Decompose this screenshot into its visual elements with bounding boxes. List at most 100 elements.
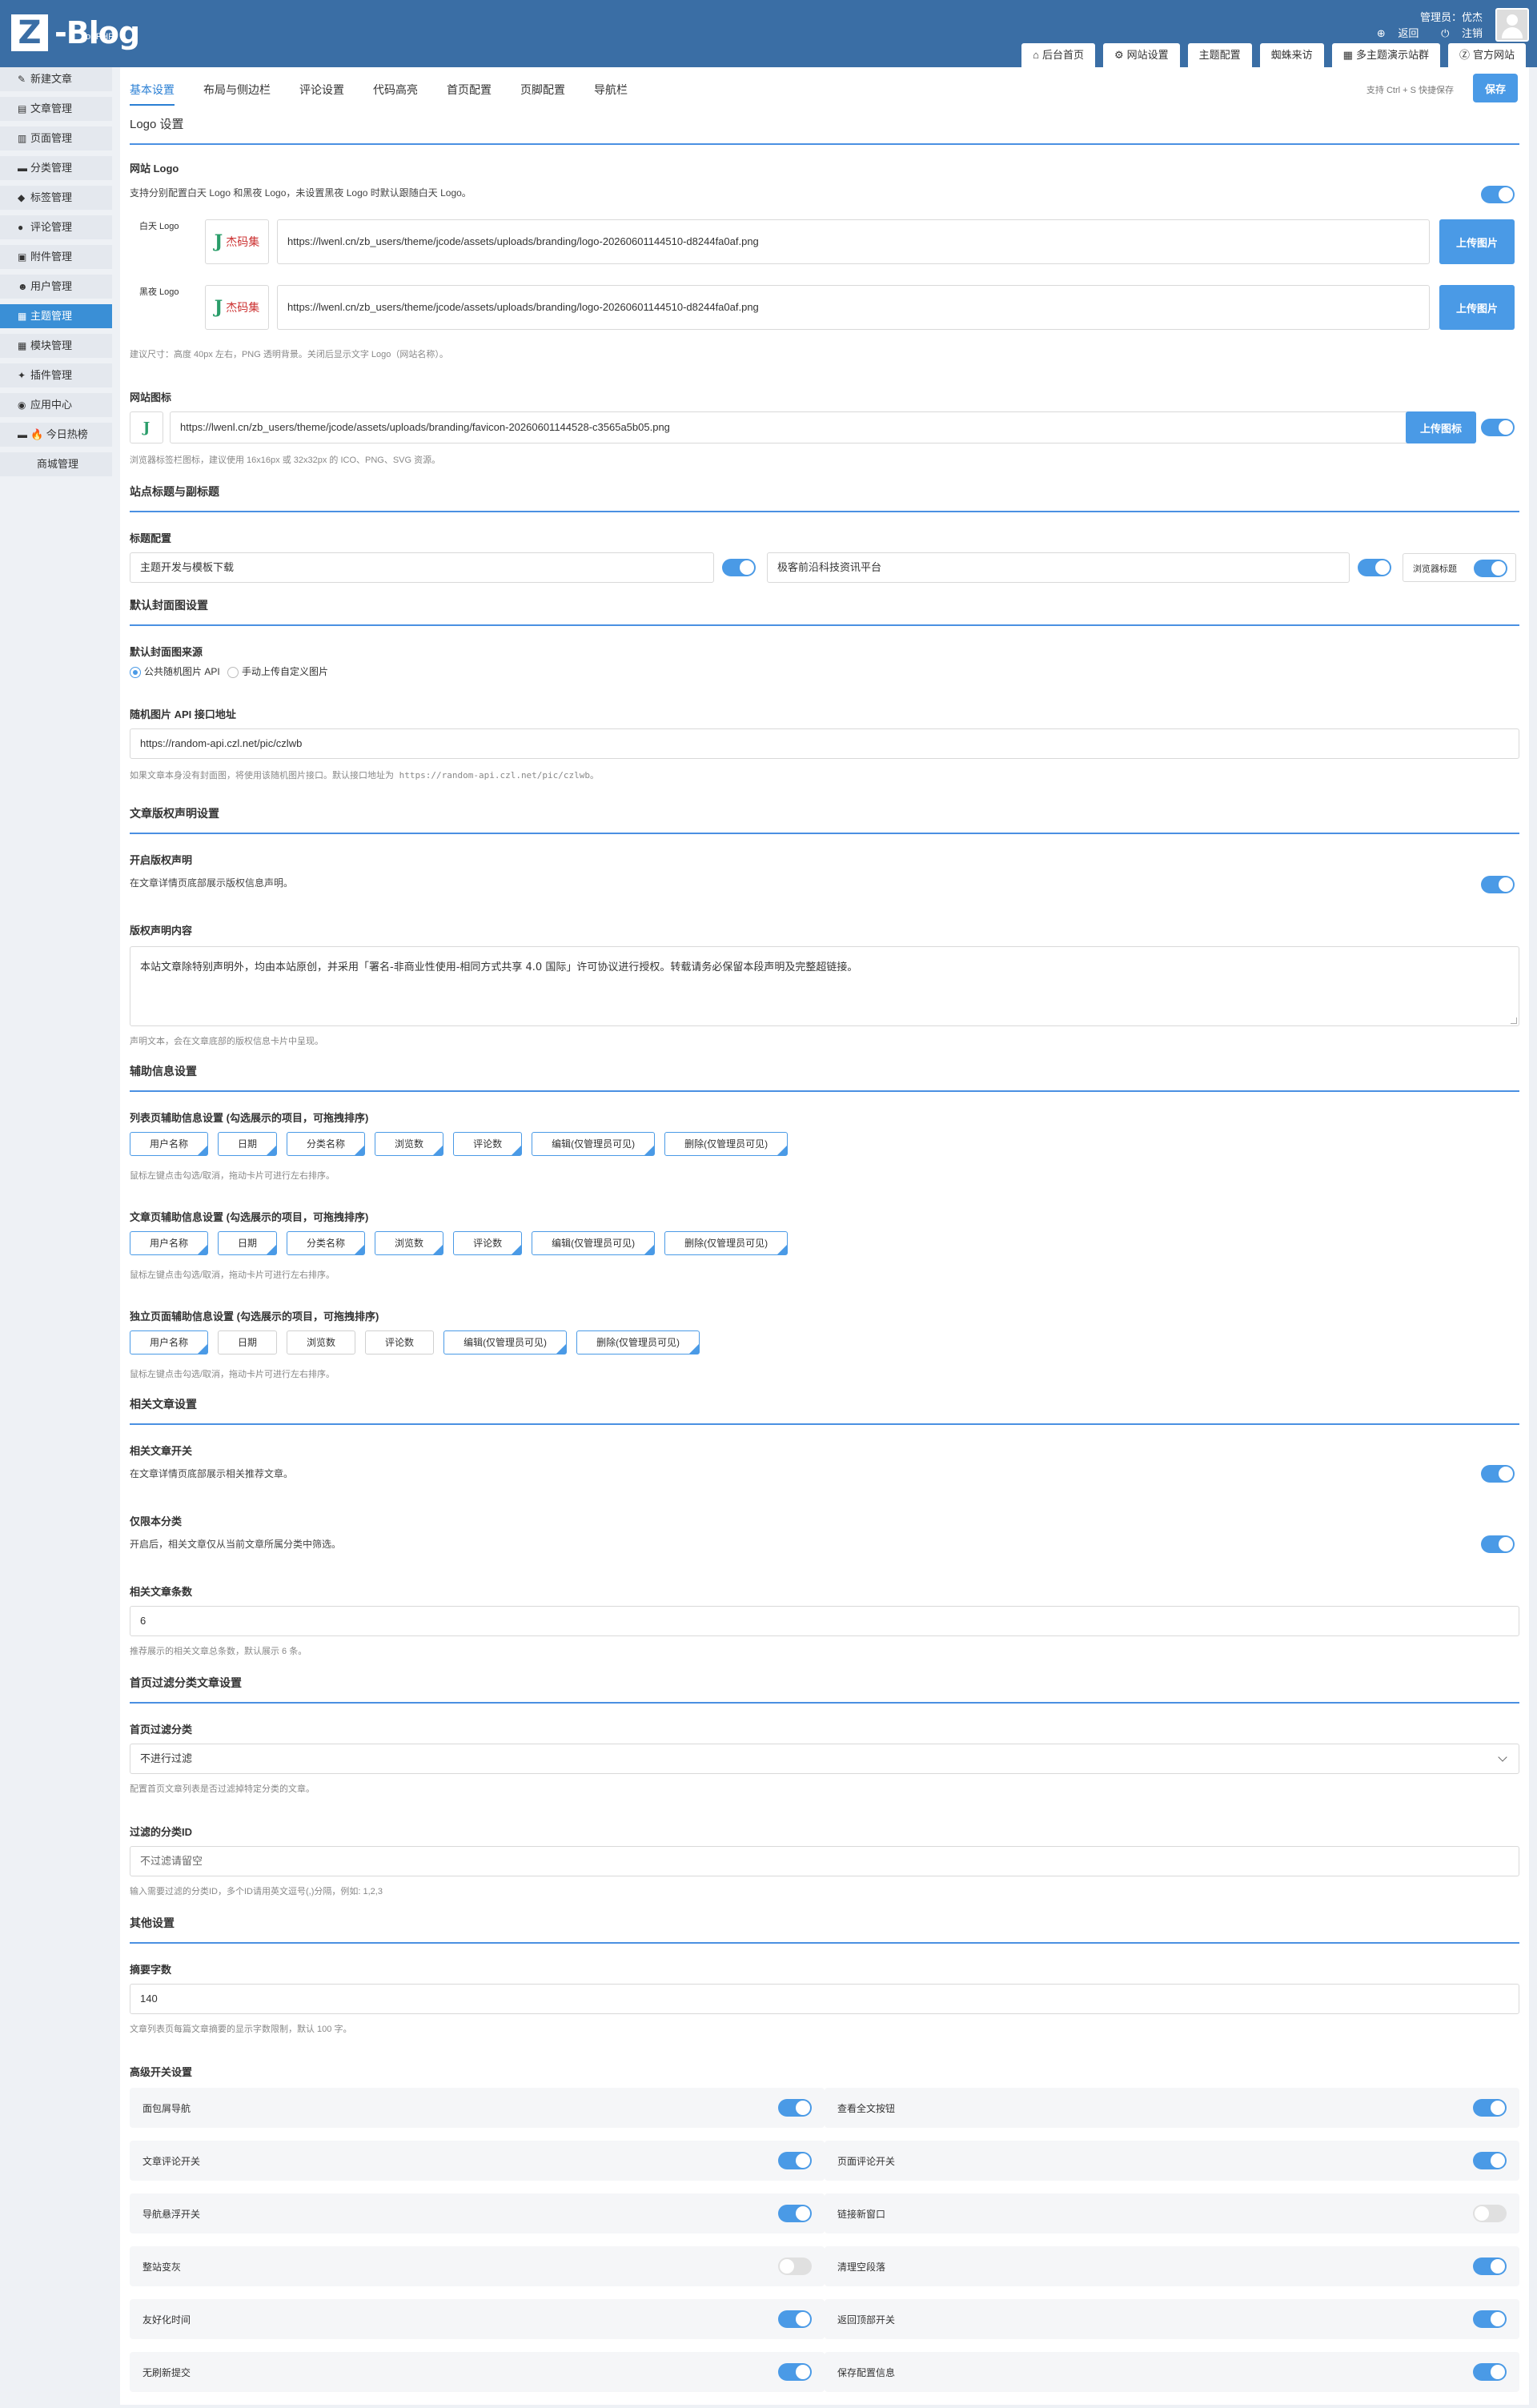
aux-chip[interactable]: 分类名称 xyxy=(287,1132,366,1156)
aux-chip[interactable]: 浏览数 xyxy=(375,1231,444,1255)
switch-label: 面包屑导航 xyxy=(142,2103,191,2114)
aux-chip[interactable]: 日期 xyxy=(218,1231,278,1255)
save-button[interactable]: 保存 xyxy=(1473,74,1518,102)
sidebar-item-3[interactable]: ▬ 分类管理 xyxy=(0,156,112,180)
switch-toggle[interactable] xyxy=(1473,2363,1507,2381)
zblog-logo[interactable]: Z -Blog xyxy=(11,14,140,51)
aux-chip[interactable]: 用户名称 xyxy=(130,1330,209,1354)
aux-chip[interactable]: 编辑(仅管理员可见) xyxy=(532,1231,656,1255)
favicon-upload-button[interactable]: 上传图标 xyxy=(1406,411,1476,443)
aux-chip[interactable]: 删除(仅管理员可见) xyxy=(664,1231,789,1255)
sidebar-item-4[interactable]: ◆ 标签管理 xyxy=(0,186,112,210)
tab-0[interactable]: 基本设置 xyxy=(130,82,175,106)
aux-chip[interactable]: 日期 xyxy=(218,1132,278,1156)
browser-title-toggle[interactable] xyxy=(1474,560,1507,577)
topnav-item-5[interactable]: Ⓩ 官方网站 xyxy=(1447,43,1526,67)
switch-toggle[interactable] xyxy=(1473,2099,1507,2117)
sidebar-item-7[interactable]: ☻ 用户管理 xyxy=(0,275,112,299)
sidebar-item-12[interactable]: ▬ 🔥 今日热榜 xyxy=(0,423,112,447)
sidebar-item-1[interactable]: ▤ 文章管理 xyxy=(0,97,112,121)
switch-toggle[interactable] xyxy=(778,2099,812,2117)
sidebar-item-2[interactable]: ▥ 页面管理 xyxy=(0,126,112,150)
topnav-item-3[interactable]: 蜘蛛来访 xyxy=(1259,43,1324,67)
tab-2[interactable]: 评论设置 xyxy=(299,82,344,106)
tab-1[interactable]: 布局与侧边栏 xyxy=(203,82,271,106)
switch-toggle[interactable] xyxy=(778,2363,812,2381)
switch-toggle[interactable] xyxy=(778,2152,812,2169)
tab-3[interactable]: 代码高亮 xyxy=(373,82,418,106)
favicon-url-input[interactable]: https://lwenl.cn/zb_users/theme/jcode/as… xyxy=(170,411,1451,443)
night-logo-upload-button[interactable]: 上传图片 xyxy=(1439,285,1515,330)
day-logo-url-input[interactable]: https://lwenl.cn/zb_users/theme/jcode/as… xyxy=(277,219,1430,264)
sidebar-icon: ✦ xyxy=(18,370,26,381)
aux-chip[interactable]: 用户名称 xyxy=(130,1231,209,1255)
aux-chip[interactable]: 分类名称 xyxy=(287,1231,366,1255)
aux-chip[interactable]: 评论数 xyxy=(453,1132,523,1156)
tab-5[interactable]: 页脚配置 xyxy=(520,82,565,106)
aux-chip[interactable]: 日期 xyxy=(218,1330,278,1354)
topnav-item-0[interactable]: ⌂ 后台首页 xyxy=(1021,43,1095,67)
filter-select[interactable]: 不进行过滤 xyxy=(130,1744,1519,1774)
copyright-toggle[interactable] xyxy=(1481,876,1515,893)
tab-4[interactable]: 首页配置 xyxy=(447,82,492,106)
aux-chip[interactable]: 浏览数 xyxy=(375,1132,444,1156)
aux-chip[interactable]: 评论数 xyxy=(365,1330,435,1354)
aux-chip[interactable]: 编辑(仅管理员可见) xyxy=(443,1330,568,1354)
switch-toggle[interactable] xyxy=(778,2205,812,2222)
site-title-input[interactable]: 主题开发与模板下载 xyxy=(130,552,714,583)
sidebar-item-5[interactable]: ● 评论管理 xyxy=(0,215,112,239)
sidebar-item-11[interactable]: ◉ 应用中心 xyxy=(0,393,112,417)
topnav-item-1[interactable]: ⚙ 网站设置 xyxy=(1102,43,1180,67)
sidebar-item-0[interactable]: ✎ 新建文章 xyxy=(0,67,112,91)
back-link[interactable]: ⊕ 返回 xyxy=(1367,27,1419,39)
switch-toggle[interactable] xyxy=(778,2258,812,2275)
related-same-toggle[interactable] xyxy=(1481,1535,1515,1553)
advanced-switches-label: 高级开关设置 xyxy=(130,2066,193,2078)
switch-toggle[interactable] xyxy=(1473,2152,1507,2169)
cover-api-input[interactable]: https://random-api.czl.net/pic/czlwb xyxy=(130,728,1519,759)
sidebar-item-10[interactable]: ✦ 插件管理 xyxy=(0,363,112,387)
sidebar-icon: ▬ xyxy=(18,163,27,174)
sidebar-item-6[interactable]: ▣ 附件管理 xyxy=(0,245,112,269)
site-subtitle-input[interactable]: 极客前沿科技资讯平台 xyxy=(767,552,1350,583)
sidebar-item-13[interactable]: 商城管理 xyxy=(0,452,112,476)
site-logo-toggle[interactable] xyxy=(1481,186,1515,203)
sidebar-item-8[interactable]: ▦ 主题管理 xyxy=(0,304,112,328)
favicon-toggle[interactable] xyxy=(1481,419,1515,436)
tab-6[interactable]: 导航栏 xyxy=(594,82,628,106)
day-logo-upload-button[interactable]: 上传图片 xyxy=(1439,219,1515,264)
switch-toggle[interactable] xyxy=(1473,2310,1507,2328)
avatar[interactable] xyxy=(1495,8,1529,42)
switch-card: 返回顶部开关 xyxy=(825,2299,1519,2339)
logout-link[interactable]: ⏻ 注销 xyxy=(1431,27,1483,39)
aux-list-chips: 用户名称 日期 分类名称 浏览数 评论数 编辑(仅管理员可见) 删除(仅管理员可见) xyxy=(130,1132,797,1156)
copyright-content-textarea[interactable]: 本站文章除特别声明外，均由本站原创，并采用「署名-非商业性使用-相同方式共享 4… xyxy=(130,946,1519,1026)
cover-option-api[interactable]: 公共随机图片 API xyxy=(130,666,220,678)
night-logo-url-input[interactable]: https://lwenl.cn/zb_users/theme/jcode/as… xyxy=(277,285,1430,330)
related-toggle[interactable] xyxy=(1481,1465,1515,1483)
related-count-input[interactable]: 6 xyxy=(130,1606,1519,1636)
aux-page-label: 独立页面辅助信息设置 (勾选展示的项目，可拖拽排序) xyxy=(130,1310,379,1322)
resize-grip-icon[interactable] xyxy=(1511,1017,1517,1024)
sidebar-item-9[interactable]: ▦ 模块管理 xyxy=(0,334,112,358)
site-title-toggle[interactable] xyxy=(722,559,756,576)
excerpt-input[interactable]: 140 xyxy=(130,1984,1519,2014)
site-subtitle-toggle[interactable] xyxy=(1358,559,1391,576)
filter-ids-input[interactable]: 不过滤请留空 xyxy=(130,1846,1519,1876)
logo-subtitle: for PHP xyxy=(83,32,114,42)
aux-chip[interactable]: 删除(仅管理员可见) xyxy=(664,1132,789,1156)
cover-option-upload[interactable]: 手动上传自定义图片 xyxy=(227,666,328,678)
sidebar-icon: ▣ xyxy=(18,251,27,263)
aux-chip[interactable]: 浏览数 xyxy=(287,1330,356,1354)
aux-chip[interactable]: 删除(仅管理员可见) xyxy=(576,1330,700,1354)
topnav-item-4[interactable]: ▦ 多主题演示站群 xyxy=(1331,43,1440,67)
aux-chip[interactable]: 评论数 xyxy=(453,1231,523,1255)
filter-ids-label: 过滤的分类ID xyxy=(130,1826,193,1838)
shortcut-hint: 支持 Ctrl + S 快捷保存 xyxy=(1366,86,1454,95)
switch-toggle[interactable] xyxy=(1473,2205,1507,2222)
aux-chip[interactable]: 编辑(仅管理员可见) xyxy=(532,1132,656,1156)
switch-toggle[interactable] xyxy=(1473,2258,1507,2275)
topnav-item-2[interactable]: 主题配置 xyxy=(1187,43,1252,67)
aux-chip[interactable]: 用户名称 xyxy=(130,1132,209,1156)
switch-toggle[interactable] xyxy=(778,2310,812,2328)
